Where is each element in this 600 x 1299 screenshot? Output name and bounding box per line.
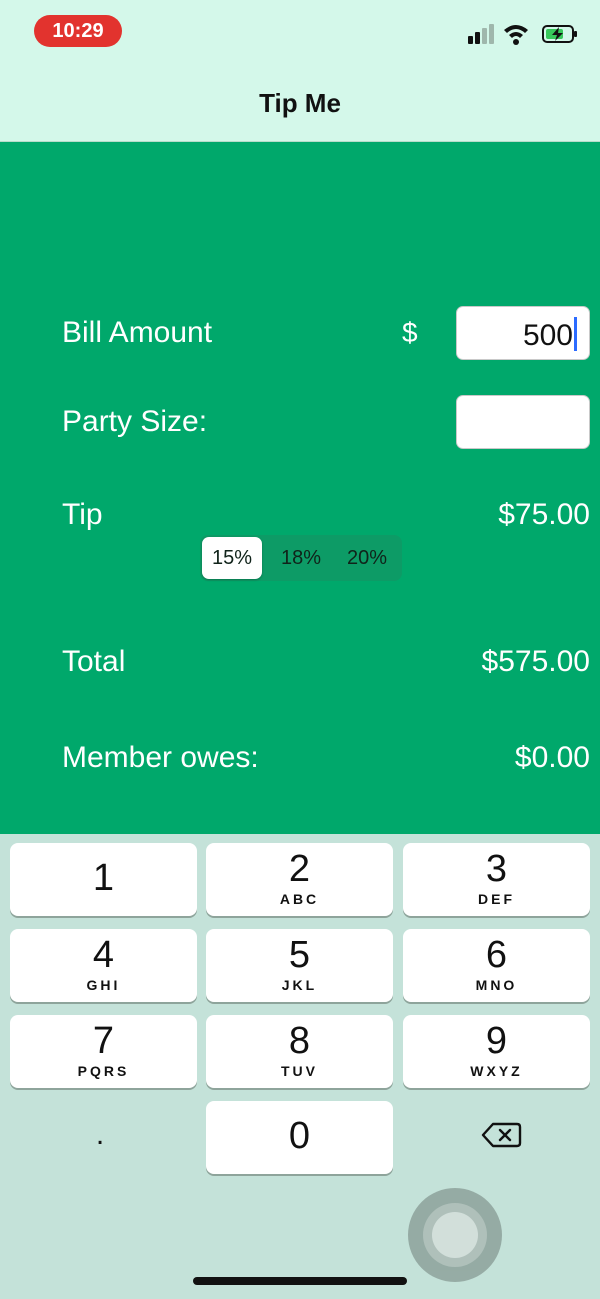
total-label: Total bbox=[62, 645, 126, 678]
key-8[interactable]: 8 TUV bbox=[206, 1015, 393, 1088]
key-digit: 2 bbox=[288, 848, 311, 890]
bill-amount-label: Bill Amount bbox=[62, 316, 213, 349]
key-letters: PQRS bbox=[77, 1063, 130, 1079]
party-size-input[interactable] bbox=[456, 395, 590, 449]
key-7[interactable]: 7 PQRS bbox=[10, 1015, 197, 1088]
key-digit: 0 bbox=[288, 1115, 311, 1157]
home-indicator[interactable] bbox=[193, 1277, 407, 1285]
key-4[interactable]: 4 GHI bbox=[10, 929, 197, 1002]
bill-amount-input[interactable]: 500 bbox=[456, 306, 590, 360]
key-letters: ABC bbox=[279, 891, 320, 907]
key-digit: 3 bbox=[485, 848, 508, 890]
wifi-icon bbox=[504, 25, 528, 45]
key-letters: JKL bbox=[281, 977, 318, 993]
key-letters: MNO bbox=[475, 977, 518, 993]
key-digit: 7 bbox=[92, 1020, 115, 1062]
text-cursor bbox=[574, 317, 577, 351]
signal-icon bbox=[468, 22, 496, 46]
key-digit: 8 bbox=[288, 1020, 311, 1062]
currency-symbol: $ bbox=[402, 317, 418, 348]
key-letters: DEF bbox=[478, 891, 515, 907]
assistive-touch-icon[interactable] bbox=[408, 1188, 502, 1282]
navigation-header: 10:29 Tip Me bbox=[0, 0, 600, 142]
member-owes-amount: $0.00 bbox=[514, 741, 590, 774]
status-icons bbox=[468, 22, 578, 46]
backspace-icon[interactable] bbox=[480, 1120, 522, 1150]
key-letters: WXYZ bbox=[470, 1063, 523, 1079]
tip-amount: $75.00 bbox=[498, 498, 590, 531]
key-1[interactable]: 1 bbox=[10, 843, 197, 916]
status-time[interactable]: 10:29 bbox=[34, 15, 122, 47]
key-2[interactable]: 2 ABC bbox=[206, 843, 393, 916]
key-9[interactable]: 9 WXYZ bbox=[403, 1015, 590, 1088]
key-6[interactable]: 6 MNO bbox=[403, 929, 590, 1002]
key-3[interactable]: 3 DEF bbox=[403, 843, 590, 916]
battery-charging-icon bbox=[542, 25, 577, 43]
decimal-key[interactable]: . bbox=[95, 1120, 105, 1150]
key-letters: GHI bbox=[86, 977, 121, 993]
tip-option-20[interactable]: 20% bbox=[337, 537, 397, 579]
key-digit: 6 bbox=[485, 934, 508, 976]
key-5[interactable]: 5 JKL bbox=[206, 929, 393, 1002]
member-owes-label: Member owes: bbox=[62, 741, 259, 774]
key-digit: 9 bbox=[485, 1020, 508, 1062]
key-letters: TUV bbox=[281, 1063, 318, 1079]
key-0[interactable]: 0 bbox=[206, 1101, 393, 1174]
bill-amount-value: 500 bbox=[522, 319, 573, 352]
tip-option-18[interactable]: 18% bbox=[271, 537, 331, 579]
tip-option-15[interactable]: 15% bbox=[202, 537, 262, 579]
page-title: Tip Me bbox=[259, 88, 341, 118]
tip-percentage-selector: 15% 18% 20% bbox=[200, 535, 402, 581]
party-size-label: Party Size: bbox=[62, 405, 208, 438]
key-digit: 1 bbox=[92, 857, 115, 899]
total-amount: $575.00 bbox=[481, 645, 590, 678]
tip-label: Tip bbox=[62, 498, 103, 531]
key-digit: 5 bbox=[288, 934, 311, 976]
key-digit: 4 bbox=[92, 934, 115, 976]
